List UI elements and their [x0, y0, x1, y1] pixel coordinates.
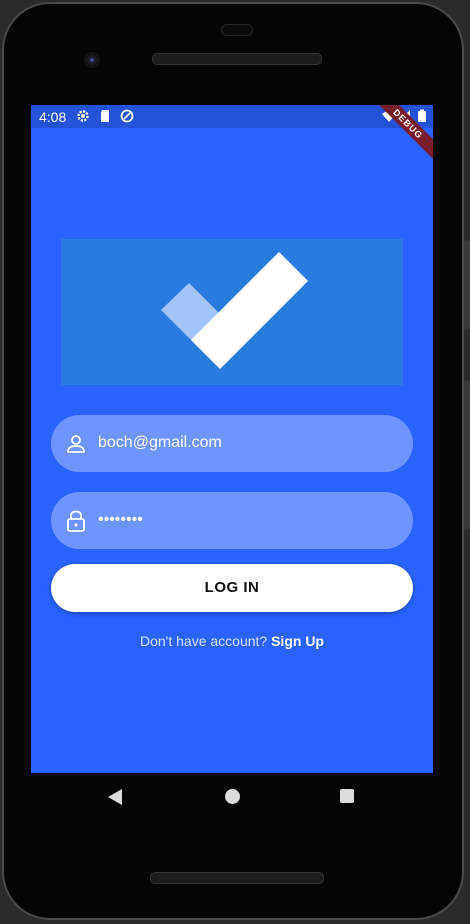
password-value[interactable]: ••••••••	[98, 511, 143, 529]
signup-row: Don't have account? Sign Up	[31, 633, 433, 649]
back-icon[interactable]	[108, 789, 122, 805]
app-logo	[61, 239, 403, 385]
signup-link[interactable]: Sign Up	[271, 633, 324, 649]
signup-prompt: Don't have account?	[140, 633, 268, 649]
earpiece	[221, 24, 253, 36]
person-icon	[67, 435, 85, 453]
nav-bar	[31, 773, 433, 821]
home-icon[interactable]	[225, 789, 240, 804]
settings-icon	[77, 110, 89, 122]
top-speaker	[152, 53, 322, 65]
status-bar: 4:08 DEBUG	[31, 105, 433, 168]
lock-icon	[67, 510, 85, 532]
app-screen: 4:08 DEBUG boch@gmail.com •••••••• LOG I…	[31, 105, 433, 773]
checkmark-icon	[161, 252, 308, 369]
front-camera	[84, 52, 100, 68]
login-button[interactable]: LOG IN	[51, 564, 413, 612]
email-field[interactable]: boch@gmail.com	[51, 415, 413, 472]
password-field[interactable]: ••••••••	[51, 492, 413, 549]
status-time: 4:08	[39, 109, 67, 125]
data-saver-icon	[120, 109, 134, 123]
volume-button	[464, 380, 470, 530]
recents-icon[interactable]	[340, 789, 354, 803]
sd-card-icon	[101, 110, 109, 122]
bottom-speaker	[150, 872, 324, 884]
email-value[interactable]: boch@gmail.com	[98, 434, 222, 452]
power-button	[464, 240, 470, 330]
battery-icon	[418, 109, 426, 122]
